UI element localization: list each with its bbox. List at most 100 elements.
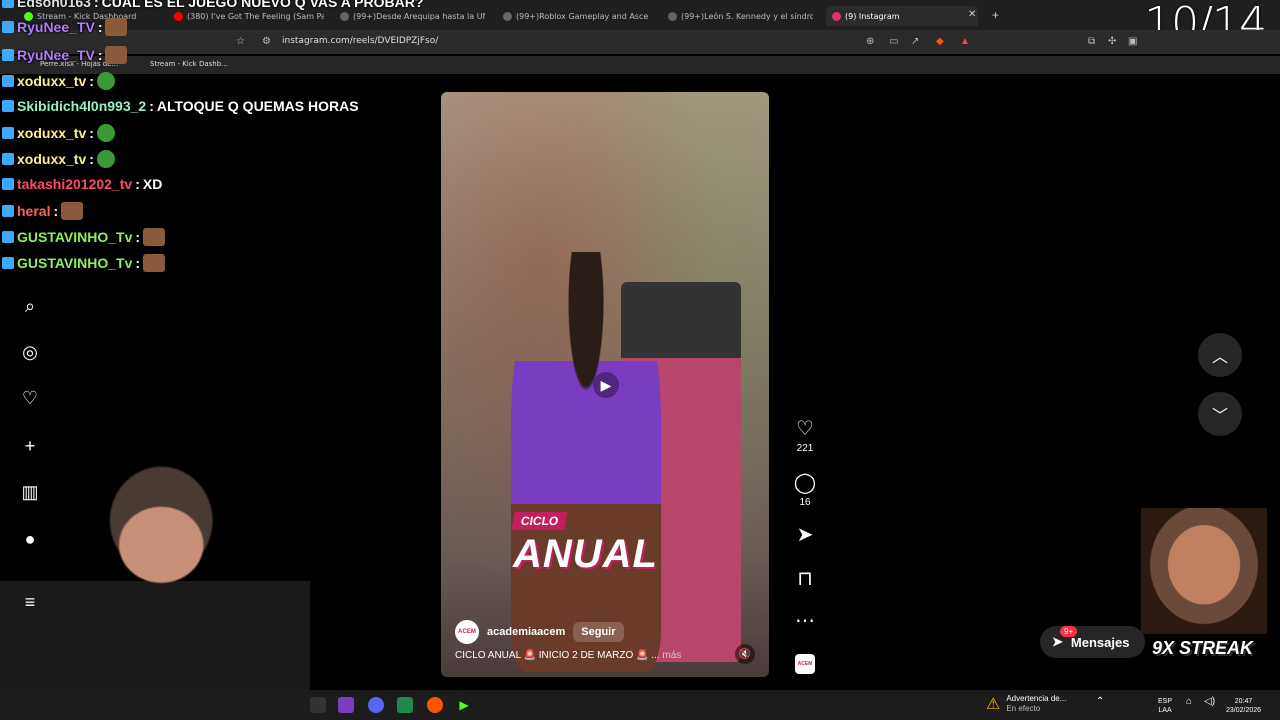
chat-message: RyuNee_TV: <box>2 18 128 36</box>
reel-caption[interactable]: CICLO ANUAL 🚨 INICIO 2 DE MARZO 🚨 ... má… <box>455 650 681 661</box>
reel-account: ACEM academiaacem Seguir <box>455 620 624 644</box>
chat-badge-icon <box>2 21 14 33</box>
security-warning[interactable]: ⚠ Advertencia de... En efecto <box>986 694 1066 714</box>
chat-text: ALTOQUE Q QUEMAS HORAS <box>156 98 359 114</box>
comment-icon[interactable]: ◯ <box>790 470 820 495</box>
tab-tiktok-leon[interactable]: (99+)León S. Kennedy y el síndrome <box>668 6 813 26</box>
extensions-icon[interactable]: ⧉ <box>1088 36 1095 47</box>
chat-username[interactable]: xoduxx_tv <box>17 125 86 141</box>
profile-icon[interactable]: ● <box>18 527 42 551</box>
tiktok-icon <box>668 11 677 21</box>
chat-emote-icon <box>61 202 84 220</box>
chat-message: xoduxx_tv: <box>2 124 115 142</box>
volume-icon[interactable]: ◁) <box>1204 697 1215 707</box>
send-icon: ➤ <box>1052 634 1063 649</box>
bookmark-kick[interactable]: Stream - Kick Dashb... <box>150 60 228 68</box>
chat-username[interactable]: Skibidich4l0n993_2 <box>17 98 146 114</box>
tab-instagram[interactable]: (9) Instagram <box>826 6 978 26</box>
cast-icon[interactable]: ▭ <box>889 36 898 47</box>
chat-message: Edson0163: CUAL ES EL JUEGO NUEVO Q VAS A… <box>2 0 423 10</box>
chat-badge-icon <box>2 257 14 269</box>
rewards-icon[interactable]: ▲ <box>960 36 970 47</box>
app-icon[interactable] <box>310 697 326 713</box>
audio-thumbnail[interactable]: ACEM <box>795 654 815 674</box>
tray-expand-icon[interactable]: ⌃ <box>1096 697 1104 707</box>
chat-username[interactable]: GUSTAVINHO_Tv <box>17 229 132 245</box>
heart-icon[interactable]: ♡ <box>790 416 820 441</box>
share-action[interactable]: ➤ <box>790 522 820 547</box>
chat-username[interactable]: takashi201202_tv <box>17 176 132 192</box>
chat-emote-icon <box>143 254 166 272</box>
network-icon[interactable]: ⌂ <box>1186 697 1192 707</box>
sidebar-icon[interactable]: ▣ <box>1128 36 1137 47</box>
chat-message: heral: <box>2 202 84 220</box>
chat-badge-icon <box>2 0 14 8</box>
search-icon[interactable]: ⌕ <box>18 294 42 318</box>
close-tab-icon[interactable]: ✕ <box>968 9 976 20</box>
chat-emote-icon <box>96 72 115 90</box>
streamer-webcam <box>0 448 310 690</box>
compass-icon[interactable]: ◎ <box>18 340 42 364</box>
chat-emote-icon <box>143 228 166 246</box>
mute-icon[interactable]: 🔇 <box>735 644 755 664</box>
chevron-down-icon[interactable]: ﹀ <box>1198 392 1242 436</box>
site-info-icon[interactable]: ⚙ <box>262 36 271 47</box>
clock[interactable]: 20:47 23/02/2026 <box>1226 697 1261 715</box>
chat-badge-icon <box>2 127 14 139</box>
url-field[interactable]: instagram.com/reels/DVEIDPZjFso/ <box>282 36 438 46</box>
discord-icon[interactable] <box>368 697 384 713</box>
tiktok-icon <box>340 11 349 21</box>
more-icon[interactable]: ⋯ <box>790 608 820 633</box>
chat-username[interactable]: heral <box>17 203 50 219</box>
app-icon[interactable] <box>397 697 413 713</box>
chat-username[interactable]: xoduxx_tv <box>17 73 86 89</box>
youtube-icon <box>174 11 183 21</box>
chat-username[interactable]: xoduxx_tv <box>17 151 86 167</box>
share-icon[interactable]: ↗ <box>911 36 919 47</box>
like-action[interactable]: ♡ 221 <box>790 416 820 454</box>
chat-username[interactable]: RyuNee_TV <box>17 47 95 63</box>
messages-button[interactable]: ➤ Mensajes <box>1040 626 1146 658</box>
tab-tiktok-roblox[interactable]: (99+)Roblox Gameplay and Ascenda <box>503 6 648 26</box>
chat-emote-icon <box>105 46 128 64</box>
comment-action[interactable]: ◯ 16 <box>790 470 820 508</box>
account-avatar[interactable]: ACEM <box>455 620 479 644</box>
brave-shield-icon[interactable]: ◆ <box>936 36 944 47</box>
more-options[interactable]: ⋯ <box>790 608 820 633</box>
chat-badge-icon <box>2 205 14 217</box>
follow-button[interactable]: Seguir <box>573 622 624 642</box>
save-action[interactable]: ⊓ <box>790 566 820 591</box>
kick-icon[interactable]: ▶ <box>456 697 472 713</box>
bookmark-icon[interactable]: ⊓ <box>790 566 820 591</box>
stats-icon[interactable]: ▥ <box>18 480 42 504</box>
account-name[interactable]: academiaacem <box>487 626 565 638</box>
heart-icon[interactable]: ♡ <box>18 386 42 410</box>
chat-emote-icon <box>105 18 128 36</box>
reel-video[interactable]: ▶ CICLO ANUAL ACEM academiaacem Seguir C… <box>441 92 769 677</box>
presenter <box>511 252 661 672</box>
chat-username[interactable]: GUSTAVINHO_Tv <box>17 255 132 271</box>
meme-overlay-image <box>1141 508 1267 634</box>
language-indicator[interactable]: ESP LAA <box>1158 697 1172 715</box>
app-icon[interactable] <box>338 697 354 713</box>
chat-username[interactable]: Edson0163 <box>17 0 91 10</box>
plus-icon[interactable]: + <box>18 434 42 458</box>
play-icon[interactable]: ▶ <box>593 372 619 398</box>
chat-badge-icon <box>2 75 14 87</box>
bookmark-page-icon[interactable]: ☆ <box>236 36 245 47</box>
chevron-up-icon[interactable]: ︿ <box>1198 333 1242 377</box>
new-tab-button[interactable]: + <box>992 8 999 22</box>
windows-taskbar <box>0 690 1280 720</box>
menu-icon[interactable]: ≡ <box>18 590 42 614</box>
chat-message: GUSTAVINHO_Tv: <box>2 254 166 272</box>
chat-message: xoduxx_tv: <box>2 72 115 90</box>
zoom-icon[interactable]: ⊕ <box>866 36 874 47</box>
chat-badge-icon <box>2 231 14 243</box>
brave-icon[interactable] <box>427 697 443 713</box>
send-icon[interactable]: ➤ <box>790 522 820 547</box>
chat-username[interactable]: RyuNee_TV <box>17 19 95 35</box>
chat-text: CUAL ES EL JUEGO NUEVO Q VAS A PROBAR? <box>101 0 424 10</box>
chat-badge-icon <box>2 49 14 61</box>
more-link[interactable]: más <box>662 650 681 661</box>
puzzle-icon[interactable]: ✣ <box>1108 36 1116 47</box>
